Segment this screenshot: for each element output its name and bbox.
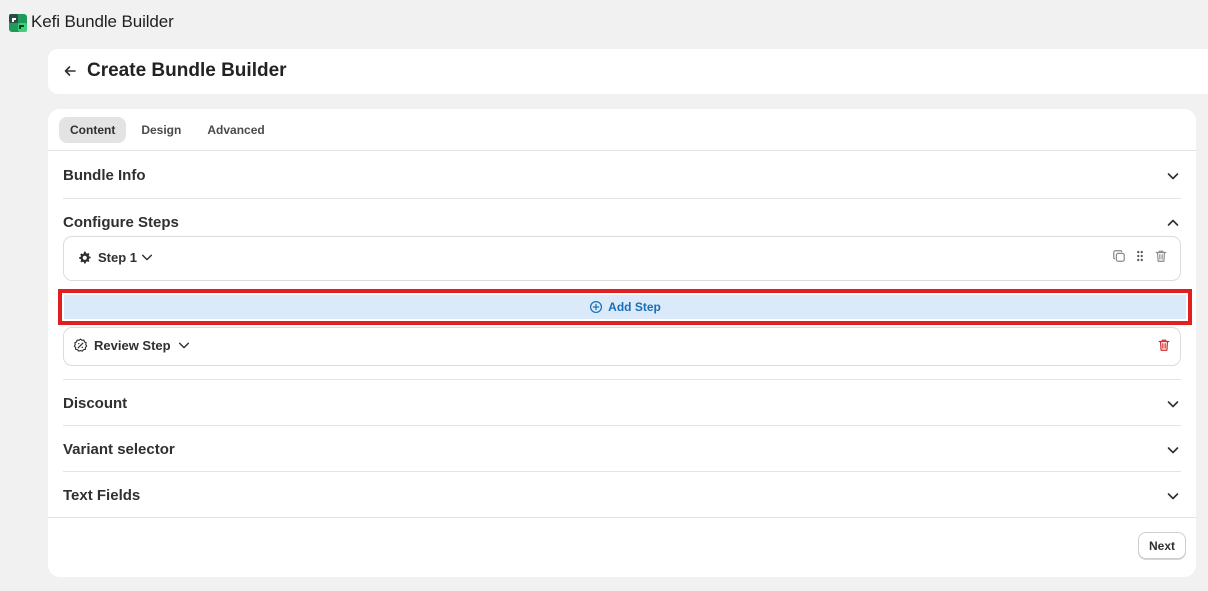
section-text-fields[interactable]: Text Fields	[63, 472, 1181, 518]
section-variant-selector[interactable]: Variant selector	[63, 426, 1181, 472]
section-discount[interactable]: Discount	[63, 380, 1181, 426]
review-step-item[interactable]: Review Step	[63, 327, 1181, 366]
step-label: Step 1	[98, 250, 138, 265]
trash-icon[interactable]	[1154, 249, 1168, 263]
gear-icon	[79, 251, 91, 264]
arrow-left-icon[interactable]	[62, 63, 78, 79]
tab-content[interactable]: Content	[59, 117, 127, 143]
section-title: Variant selector	[63, 441, 175, 458]
top-bar: Kefi Bundle Builder	[0, 0, 1208, 46]
review-badge-icon	[73, 338, 88, 352]
section-title: Configure Steps	[63, 214, 179, 231]
chevron-up-icon	[1167, 219, 1179, 226]
section-title: Discount	[63, 395, 128, 412]
chevron-down-icon[interactable]	[140, 250, 154, 264]
review-step-label: Review Step	[94, 338, 171, 353]
chevron-down-icon[interactable]	[177, 338, 191, 352]
step-actions	[1112, 249, 1168, 263]
tab-bar: Content Design Advanced	[59, 117, 276, 145]
duplicate-icon[interactable]	[1112, 249, 1126, 263]
step-item[interactable]: Step 1	[63, 236, 1181, 281]
tab-design[interactable]: Design	[130, 117, 192, 143]
add-step-button[interactable]: Add Step	[64, 295, 1186, 319]
section-bundle-info[interactable]: Bundle Info	[63, 152, 1181, 198]
divider	[48, 517, 1196, 518]
section-title: Bundle Info	[63, 167, 146, 184]
app-title: Kefi Bundle Builder	[31, 12, 174, 31]
chevron-down-icon	[1167, 173, 1179, 180]
page-title: Create Bundle Builder	[87, 60, 287, 81]
chevron-down-icon	[1167, 447, 1179, 454]
chevron-down-icon	[1167, 401, 1179, 408]
kefi-logo-icon	[9, 14, 27, 32]
trash-icon[interactable]	[1157, 338, 1171, 352]
divider	[48, 150, 1196, 151]
chevron-down-icon	[1167, 493, 1179, 500]
plus-circle-icon	[590, 300, 603, 314]
tab-advanced[interactable]: Advanced	[196, 117, 275, 143]
drag-handle-icon[interactable]	[1133, 249, 1147, 263]
bundle-builder-card: Content Design Advanced Bundle Info Conf…	[48, 109, 1196, 577]
section-title: Text Fields	[63, 487, 141, 504]
next-button[interactable]: Next	[1138, 532, 1186, 559]
add-step-label: Add Step	[608, 300, 661, 314]
add-step-highlight: Add Step	[58, 289, 1192, 325]
page-header: Create Bundle Builder	[48, 49, 1208, 94]
